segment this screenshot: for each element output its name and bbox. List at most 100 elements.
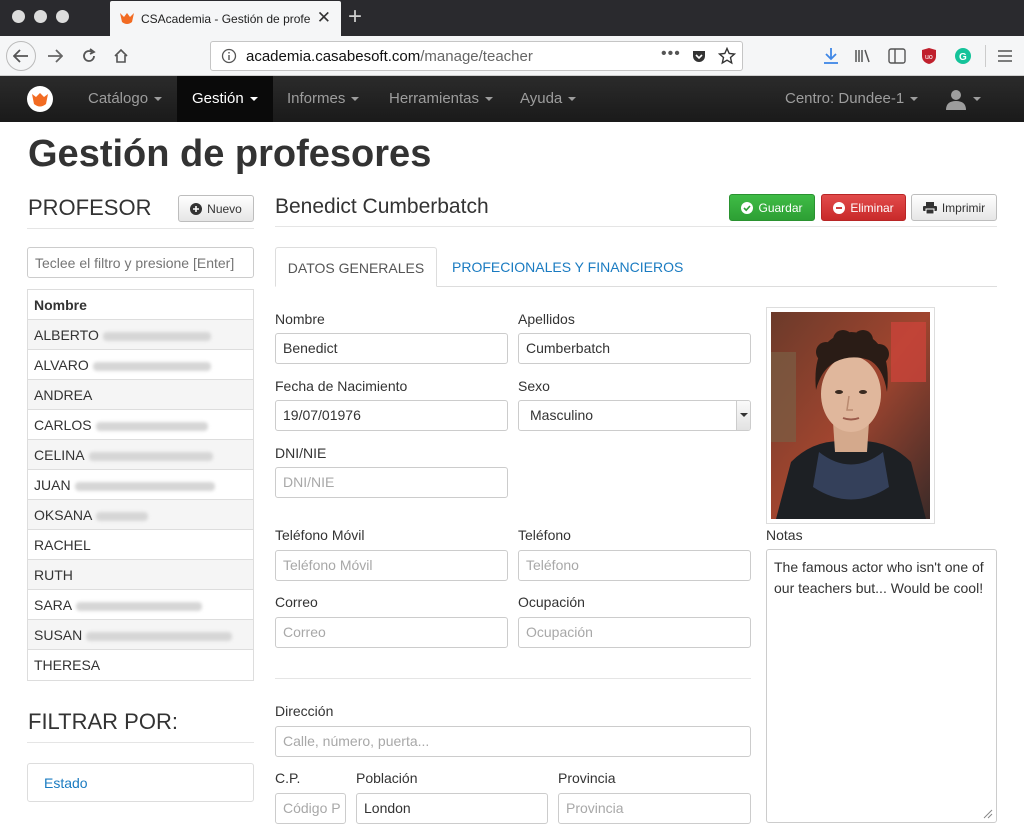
dni-field[interactable]: DNI/NIE bbox=[275, 467, 508, 498]
forward-arrow-icon[interactable] bbox=[44, 42, 66, 70]
reload-icon[interactable] bbox=[78, 42, 100, 70]
telefono-field[interactable]: Teléfono bbox=[518, 550, 751, 581]
teacher-first-name: ALVARO bbox=[34, 357, 89, 373]
nav-informes[interactable]: Informes bbox=[273, 76, 373, 122]
direccion-field[interactable]: Calle, número, puerta... bbox=[275, 726, 751, 757]
teacher-row[interactable]: RACHEL bbox=[28, 530, 253, 560]
filter-estado-link[interactable]: Estado bbox=[44, 775, 88, 791]
notas-textarea[interactable]: The famous actor who isn't one of our te… bbox=[766, 549, 997, 823]
teacher-row[interactable]: JUAN bbox=[28, 470, 253, 500]
user-menu[interactable] bbox=[945, 76, 981, 122]
filter-estado[interactable]: Estado bbox=[27, 763, 254, 802]
grammarly-icon[interactable]: G bbox=[952, 42, 974, 70]
fecha-nacimiento-field[interactable]: 19/07/01976 bbox=[275, 400, 508, 431]
chevron-down-icon bbox=[736, 401, 750, 430]
notas-label: Notas bbox=[766, 527, 803, 543]
redacted-surname bbox=[86, 631, 233, 641]
library-icon[interactable] bbox=[852, 42, 874, 70]
window-zoom-button[interactable] bbox=[56, 10, 69, 23]
teacher-portrait-image bbox=[771, 312, 930, 519]
teacher-row[interactable]: ALBERTO bbox=[28, 320, 253, 350]
site-info-icon[interactable] bbox=[221, 48, 237, 64]
plus-circle-icon bbox=[190, 202, 203, 215]
teacher-filter-input[interactable] bbox=[27, 247, 254, 278]
filter-section-title: FILTRAR POR: bbox=[28, 709, 178, 734]
nombre-field[interactable]: Benedict bbox=[275, 333, 508, 364]
window-minimize-button[interactable] bbox=[34, 10, 47, 23]
window-close-button[interactable] bbox=[12, 10, 25, 23]
downloads-icon[interactable] bbox=[820, 42, 842, 70]
apellidos-label: Apellidos bbox=[518, 311, 575, 327]
delete-button[interactable]: Eliminar bbox=[821, 194, 906, 221]
tab-datos-generales[interactable]: DATOS GENERALES bbox=[275, 247, 437, 287]
teacher-row[interactable]: SARA bbox=[28, 590, 253, 620]
teacher-row[interactable]: SUSAN bbox=[28, 620, 253, 650]
divider bbox=[27, 228, 254, 229]
ocupacion-field[interactable]: Ocupación bbox=[518, 617, 751, 648]
teacher-row[interactable]: THERESA bbox=[28, 650, 253, 680]
url-bar[interactable]: academia.casabesoft.com/manage/teacher •… bbox=[210, 41, 743, 71]
print-button[interactable]: Imprimir bbox=[911, 194, 997, 221]
telefono-movil-field[interactable]: Teléfono Móvil bbox=[275, 550, 508, 581]
apellidos-field[interactable]: Cumberbatch bbox=[518, 333, 751, 364]
nav-ayuda[interactable]: Ayuda bbox=[506, 76, 590, 122]
bookmark-star-icon[interactable] bbox=[718, 47, 736, 65]
sidebar-toggle-icon[interactable] bbox=[886, 42, 908, 70]
nav-gestion[interactable]: Gestión bbox=[177, 76, 273, 122]
provincia-field[interactable]: Provincia bbox=[558, 793, 751, 824]
nav-catalogo[interactable]: Catálogo bbox=[74, 76, 176, 122]
column-header-nombre[interactable]: Nombre bbox=[28, 290, 253, 320]
url-text: academia.casabesoft.com/manage/teacher bbox=[246, 48, 533, 65]
teacher-name-heading: Benedict Cumberbatch bbox=[275, 195, 489, 218]
printer-icon bbox=[922, 201, 937, 214]
redacted-surname bbox=[88, 451, 213, 461]
ublock-icon[interactable]: uo bbox=[918, 42, 940, 70]
close-tab-icon[interactable]: ✕ bbox=[317, 8, 331, 28]
user-avatar-icon bbox=[946, 90, 966, 111]
app-navbar: Catálogo Gestión Informes Herramientas A… bbox=[0, 76, 1024, 122]
teacher-photo[interactable] bbox=[766, 307, 935, 524]
chevron-down-icon bbox=[249, 97, 258, 102]
pocket-icon[interactable] bbox=[691, 48, 707, 64]
teacher-first-name: ALBERTO bbox=[34, 327, 99, 343]
codigo-postal-field[interactable]: Código P bbox=[275, 793, 346, 824]
teacher-row[interactable]: ANDREA bbox=[28, 380, 253, 410]
tab-profesionales-financieros[interactable]: PROFECIONALES Y FINANCIEROS bbox=[452, 259, 683, 275]
browser-tab-strip: CSAcademia - Gestión de profe ✕ + bbox=[0, 0, 1024, 36]
home-icon[interactable] bbox=[110, 42, 132, 70]
teacher-row[interactable]: ALVARO bbox=[28, 350, 253, 380]
teacher-row[interactable]: CELINA bbox=[28, 440, 253, 470]
teacher-first-name: JUAN bbox=[34, 477, 71, 493]
teacher-list: Nombre ALBERTO ALVARO ANDREA CARLOS CELINA JU… bbox=[27, 289, 254, 681]
sexo-selected-value: Masculino bbox=[530, 407, 594, 423]
chevron-down-icon bbox=[351, 97, 360, 102]
toolbar-divider bbox=[985, 45, 986, 67]
teacher-row[interactable]: OKSANA bbox=[28, 500, 253, 530]
telefono-movil-label: Teléfono Móvil bbox=[275, 527, 365, 543]
telefono-label: Teléfono bbox=[518, 527, 571, 543]
browser-tab-active[interactable]: CSAcademia - Gestión de profe ✕ bbox=[110, 1, 341, 36]
nombre-label: Nombre bbox=[275, 311, 325, 327]
new-teacher-button[interactable]: Nuevo bbox=[178, 195, 254, 222]
nav-herramientas[interactable]: Herramientas bbox=[375, 76, 507, 122]
new-tab-icon[interactable]: + bbox=[348, 3, 362, 31]
teacher-first-name: THERESA bbox=[34, 657, 101, 673]
poblacion-field[interactable]: London bbox=[356, 793, 548, 824]
poblacion-label: Población bbox=[356, 770, 418, 786]
site-favicon-icon bbox=[120, 13, 134, 24]
teacher-row[interactable]: CARLOS bbox=[28, 410, 253, 440]
center-selector[interactable]: Centro: Dundee-1 bbox=[785, 76, 919, 122]
cp-label: C.P. bbox=[275, 770, 301, 786]
save-button[interactable]: Guardar bbox=[729, 194, 815, 221]
hamburger-menu-icon[interactable] bbox=[995, 42, 1015, 70]
teacher-first-name: CARLOS bbox=[34, 417, 92, 433]
svg-text:uo: uo bbox=[925, 54, 933, 61]
sexo-select[interactable]: Masculino bbox=[518, 400, 751, 431]
teacher-row[interactable]: RUTH bbox=[28, 560, 253, 590]
teacher-first-name: SUSAN bbox=[34, 627, 83, 643]
page-actions-menu-icon[interactable]: ••• bbox=[661, 45, 681, 63]
back-arrow-icon[interactable] bbox=[6, 41, 36, 71]
correo-field[interactable]: Correo bbox=[275, 617, 508, 648]
resize-handle-icon[interactable] bbox=[981, 807, 993, 819]
app-logo-icon[interactable] bbox=[27, 86, 53, 112]
